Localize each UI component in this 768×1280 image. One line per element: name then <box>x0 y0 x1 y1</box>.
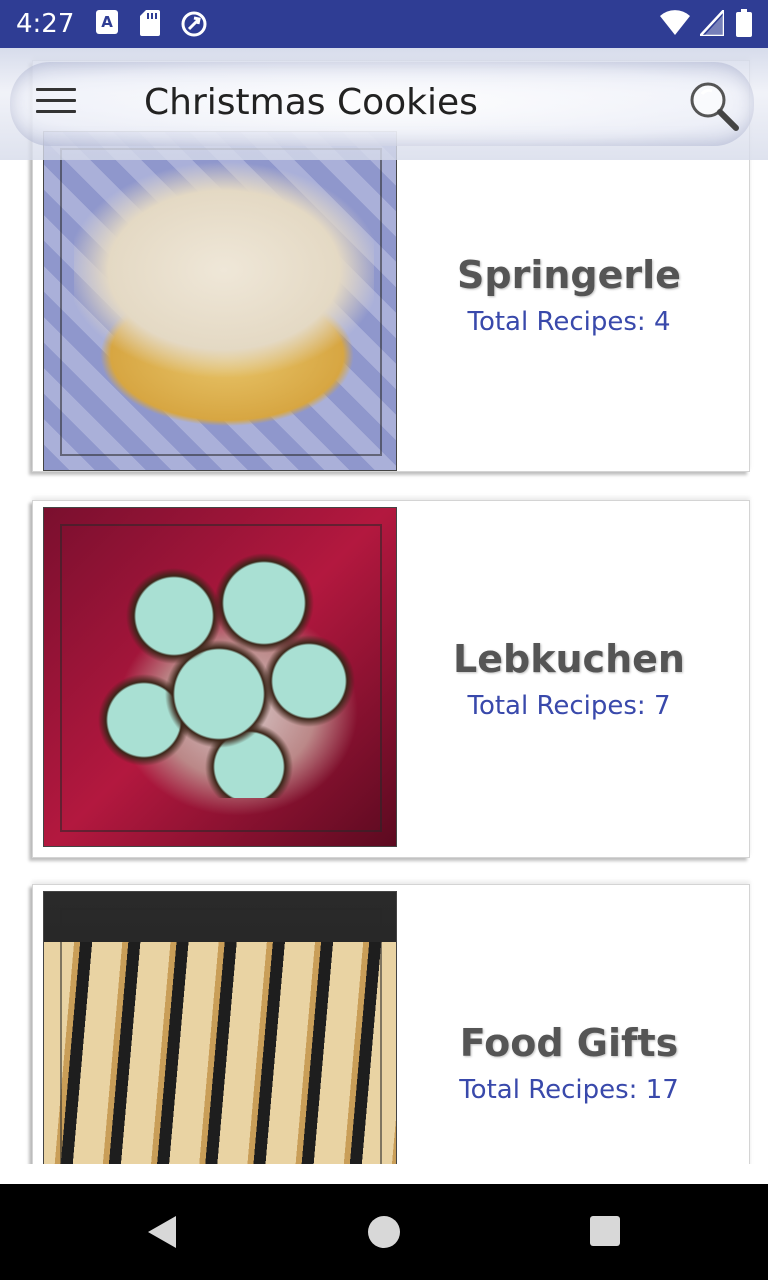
magnifier-icon[interactable] <box>686 78 740 132</box>
category-name: Springerle <box>457 253 681 297</box>
status-time: 4:27 <box>16 9 75 39</box>
photo-frame <box>60 148 382 456</box>
biscotti-photo <box>43 891 397 1164</box>
recipe-count: Total Recipes: 4 <box>467 307 671 337</box>
status-bar: 4:27 A <box>0 0 768 48</box>
back-icon[interactable] <box>146 1214 178 1250</box>
photo-frame <box>60 524 382 832</box>
hamburger-menu-icon[interactable] <box>36 88 76 118</box>
battery-icon <box>736 9 752 37</box>
category-name: Food Gifts <box>459 1021 679 1065</box>
springerle-cookies-photo <box>43 131 397 471</box>
category-list[interactable]: Springerle Total Recipes: 4 Lebkuchen To… <box>0 0 768 1164</box>
recipe-count: Total Recipes: 7 <box>467 691 671 721</box>
category-card-food-gifts[interactable]: Food Gifts Total Recipes: 17 <box>32 884 750 1164</box>
sd-card-icon <box>140 10 160 36</box>
system-nav-bar <box>0 1184 768 1280</box>
sync-icon <box>181 11 207 37</box>
page-title: Christmas Cookies <box>144 82 478 123</box>
wifi-icon <box>660 10 690 35</box>
font-icon-letter: A <box>101 13 113 31</box>
home-icon[interactable] <box>368 1216 400 1248</box>
recipe-count: Total Recipes: 17 <box>459 1075 679 1105</box>
signal-icon <box>700 10 724 36</box>
recents-icon[interactable] <box>590 1216 620 1246</box>
category-name: Lebkuchen <box>453 637 685 681</box>
font-download-icon: A <box>96 10 118 34</box>
lebkuchen-cookies-photo <box>43 507 397 847</box>
category-card-lebkuchen[interactable]: Lebkuchen Total Recipes: 7 <box>32 500 750 858</box>
app-toolbar: Christmas Cookies <box>0 48 768 160</box>
photo-frame <box>60 908 382 1164</box>
